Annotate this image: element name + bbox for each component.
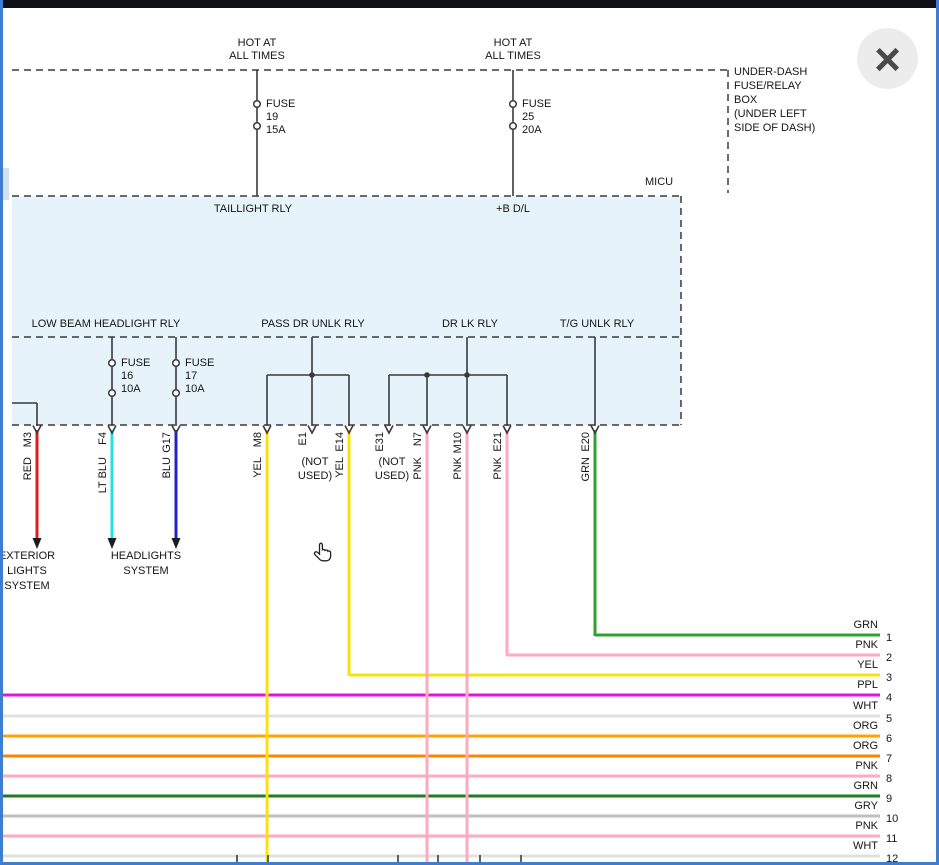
wire-color-label: LT BLU	[97, 457, 110, 493]
system-destination: HEADLIGHTS SYSTEM	[111, 549, 181, 579]
power-source-label: HOT AT ALL TIMES	[229, 37, 285, 63]
pin-label: N7	[412, 432, 425, 446]
bus-wire-color-label: PPL	[857, 679, 878, 692]
fuse-label: FUSE 16 10A	[121, 357, 150, 396]
pin-label: E31	[374, 432, 387, 452]
junction-dot	[464, 372, 470, 378]
pin-label: E14	[334, 432, 347, 452]
wire-end-arrow	[33, 538, 42, 549]
micu-label: MICU	[645, 176, 673, 189]
wire-color-label: GRN	[580, 457, 593, 481]
bus-wire-color-label: GRN	[854, 780, 878, 793]
wire-end-arrow	[108, 538, 117, 549]
power-source-label: HOT AT ALL TIMES	[485, 37, 541, 63]
pin-label: M8	[252, 432, 265, 447]
bus-wire-number: 12	[886, 853, 898, 865]
fuse-terminal	[510, 123, 517, 130]
bus-wire-color-label: GRY	[854, 800, 878, 813]
bus-wire-number: 7	[886, 753, 892, 766]
bus-wire-color-label: GRN	[854, 619, 878, 632]
pin-label: E20	[580, 432, 593, 452]
window-top-edge	[0, 0, 939, 8]
relay-label: T/G UNLK RLY	[560, 318, 634, 331]
diagram-viewer-window: × HOT AT ALL TIMES HOT AT ALL TIMES UNDER-…	[0, 0, 939, 865]
bus-wire-number: 6	[886, 733, 892, 746]
fuse-terminal	[109, 360, 116, 367]
bus-wire-color-label: WHT	[853, 840, 878, 853]
bus-wire-number: 8	[886, 773, 892, 786]
fuse-label: FUSE 17 10A	[185, 357, 214, 396]
bus-wire-number: 9	[886, 793, 892, 806]
fuse-label: FUSE 25 20A	[522, 98, 551, 137]
not-used-note: (NOT USED)	[298, 455, 332, 483]
system-destination: EXTERIOR LIGHTS SYSTEM	[0, 549, 55, 594]
fuse-label: FUSE 19 15A	[266, 98, 295, 137]
pin-label: M3	[22, 432, 35, 447]
mouse-cursor-hand-icon	[311, 541, 337, 567]
fuse-terminal	[510, 101, 517, 108]
relay-label: LOW BEAM HEADLIGHT RLY	[32, 318, 181, 331]
wire-color-label: PNK	[492, 457, 505, 480]
bus-wire-number: 3	[886, 672, 892, 685]
close-icon: ×	[874, 36, 901, 82]
background-window-fragment	[0, 168, 9, 200]
pin-label: G17	[161, 432, 174, 453]
fusebox-label: UNDER-DASH FUSE/RELAY BOX (UNDER LEFT SI…	[734, 65, 815, 135]
close-button[interactable]: ×	[857, 28, 918, 89]
bus-wire-number: 4	[886, 692, 892, 705]
junction-dot	[309, 372, 315, 378]
fuse-terminal	[254, 101, 261, 108]
pin-label: E21	[492, 432, 505, 452]
bus-wire-number: 2	[886, 652, 892, 665]
fuse-terminal	[173, 360, 180, 367]
bus-wire-number: 1	[886, 632, 892, 645]
pin-label: F4	[97, 432, 110, 445]
wire-color-label: PNK	[412, 457, 425, 480]
relay-label: PASS DR UNLK RLY	[261, 318, 365, 331]
wire-color-label: BLU	[161, 457, 174, 478]
bus-wire-number: 11	[886, 833, 897, 846]
wire-end-arrow	[172, 538, 181, 549]
wire-color-label: RED	[22, 457, 35, 480]
wire-color-label: PNK	[452, 457, 465, 480]
bus-wire-color-label: PNK	[855, 820, 878, 833]
wire-color-label: YEL	[334, 457, 347, 478]
not-used-note: (NOT USED)	[375, 455, 409, 483]
bus-wire-number: 5	[886, 713, 892, 726]
bus-wire-number: 10	[886, 813, 898, 826]
fuse-terminal	[109, 390, 116, 397]
bus-wire-color-label: YEL	[857, 659, 878, 672]
pin-label: E1	[297, 432, 310, 445]
bus-wire-color-label: ORG	[853, 720, 878, 733]
junction-dot	[424, 372, 430, 378]
relay-label: TAILLIGHT RLY	[214, 203, 292, 216]
bus-wire-color-label: PNK	[855, 760, 878, 773]
fuse-terminal	[173, 390, 180, 397]
wire-color-label: YEL	[252, 457, 265, 478]
relay-label: DR LK RLY	[442, 318, 498, 331]
relay-label: +B D/L	[496, 203, 530, 216]
bus-wire-color-label: PNK	[855, 639, 878, 652]
pin-label: M10	[452, 432, 465, 453]
fuse-terminal	[254, 123, 261, 130]
bus-wire-color-label: ORG	[853, 740, 878, 753]
bus-wire-color-label: WHT	[853, 700, 878, 713]
